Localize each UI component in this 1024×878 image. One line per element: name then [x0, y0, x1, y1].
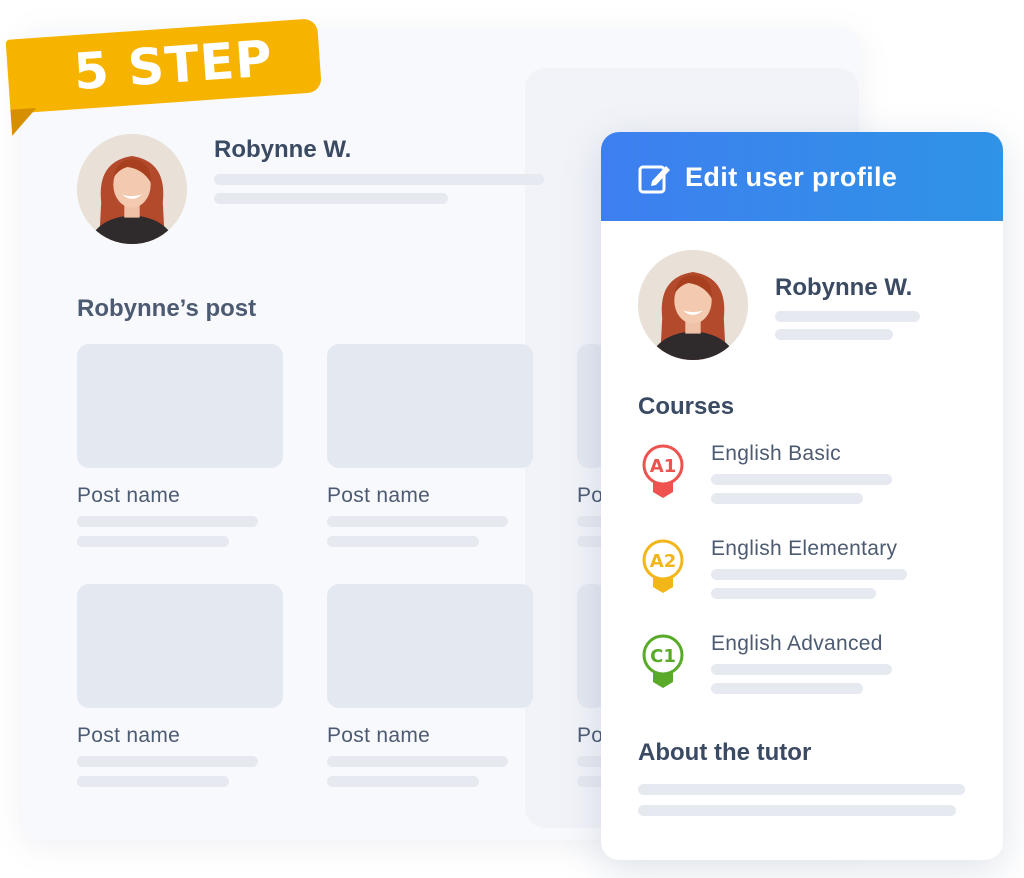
placeholder-line	[711, 569, 907, 580]
level-a1-badge-icon: A1	[642, 444, 684, 498]
post-thumbnail[interactable]	[77, 344, 283, 468]
placeholder-line	[77, 756, 258, 767]
placeholder-line	[327, 516, 508, 527]
post-thumbnail[interactable]	[327, 584, 533, 708]
post-thumbnail[interactable]	[77, 584, 283, 708]
post-thumbnail[interactable]	[327, 344, 533, 468]
badge-level: A2	[650, 551, 676, 572]
post-name[interactable]: Post name	[327, 484, 430, 508]
placeholder-line	[77, 516, 258, 527]
edit-profile-card: Edit user profile Robynne W. Courses A1 …	[601, 132, 1003, 860]
placeholder-line	[638, 784, 965, 795]
placeholder-line	[638, 805, 956, 816]
post-name[interactable]: Post name	[77, 484, 180, 508]
placeholder-line	[214, 193, 448, 204]
placeholder-line	[711, 588, 876, 599]
post-name[interactable]: Post name	[327, 724, 430, 748]
courses-title: Courses	[638, 393, 735, 420]
profile-user-name: Robynne W.	[775, 274, 913, 301]
placeholder-line	[711, 474, 892, 485]
placeholder-line	[77, 536, 229, 547]
avatar-photo	[638, 250, 748, 360]
profile-header: Edit user profile	[601, 132, 1003, 221]
course-name[interactable]: English Advanced	[711, 632, 883, 656]
level-a2-badge-icon: A2	[642, 539, 684, 593]
placeholder-line	[327, 756, 508, 767]
course-name[interactable]: English Basic	[711, 442, 841, 466]
ribbon-fold	[10, 107, 39, 136]
user-name: Robynne W.	[214, 136, 352, 163]
posts-title: Robynne’s post	[77, 295, 257, 322]
placeholder-line	[775, 329, 893, 340]
profile-header-title: Edit user profile	[685, 162, 898, 192]
avatar-photo	[77, 134, 187, 244]
placeholder-line	[327, 776, 479, 787]
post-name[interactable]: Po	[577, 484, 603, 508]
placeholder-line	[711, 664, 892, 675]
avatar	[77, 134, 187, 244]
placeholder-line	[327, 536, 479, 547]
placeholder-line	[711, 683, 863, 694]
avatar	[638, 250, 748, 360]
edit-icon[interactable]	[637, 160, 673, 196]
placeholder-line	[711, 493, 863, 504]
placeholder-line	[214, 174, 544, 185]
about-title: About the tutor	[638, 739, 812, 766]
badge-level: A1	[650, 456, 676, 477]
placeholder-line	[775, 311, 920, 322]
post-name[interactable]: Po	[577, 724, 603, 748]
post-name[interactable]: Post name	[77, 724, 180, 748]
course-name[interactable]: English Elementary	[711, 537, 897, 561]
badge-level: C1	[650, 646, 676, 667]
level-c1-badge-icon: C1	[642, 634, 684, 688]
placeholder-line	[77, 776, 229, 787]
